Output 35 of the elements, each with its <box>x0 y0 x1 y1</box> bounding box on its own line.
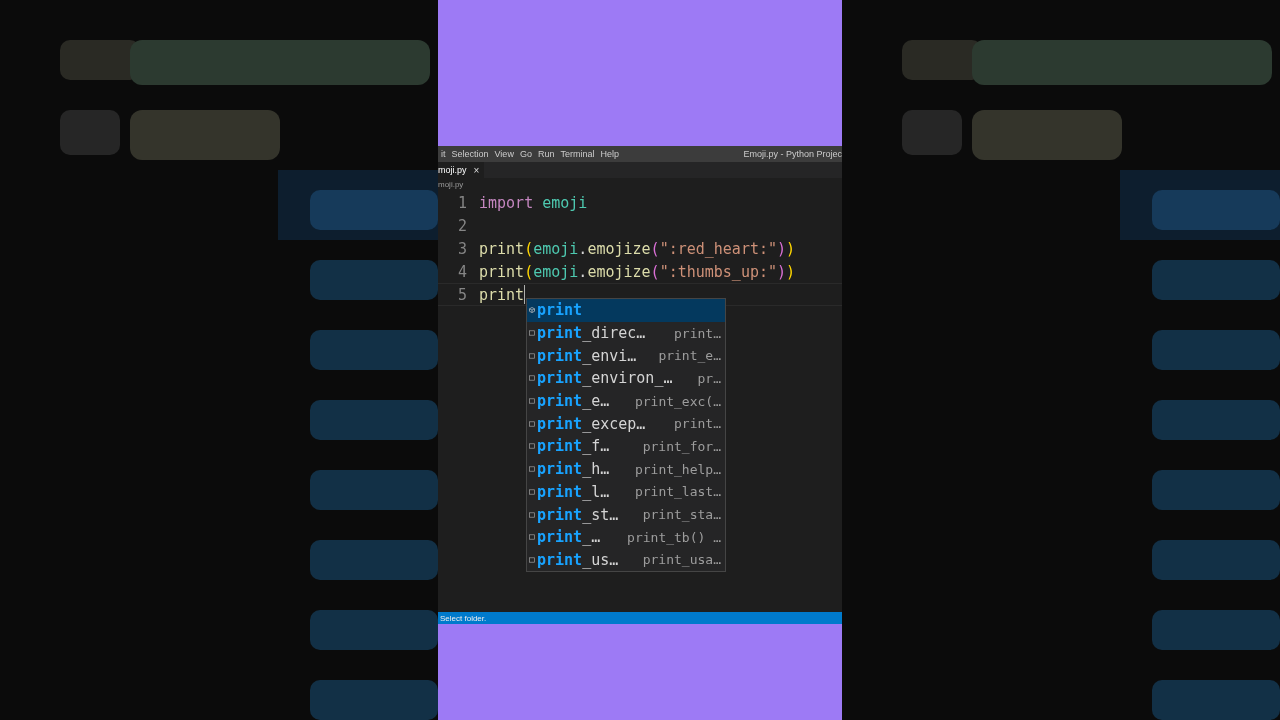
menu-item[interactable]: Go <box>516 149 535 159</box>
suggestion-item[interactable]: print_st… print_sta… <box>527 503 725 526</box>
line-number: 2 <box>456 216 467 235</box>
code-line: print(emoji.emojize(":thumbs_up:")) <box>479 262 796 281</box>
menu-item[interactable]: Terminal <box>557 149 598 159</box>
suggestion-item[interactable]: print_f… print_for… <box>527 435 725 458</box>
suggestion-item[interactable]: print <box>527 299 725 322</box>
close-icon[interactable]: × <box>473 164 480 176</box>
menu-item[interactable]: Help <box>597 149 622 159</box>
window-title: Emoji.py - Python Projec <box>743 149 842 159</box>
suggestion-item[interactable]: print_excep… print… <box>527 412 725 436</box>
suggestion-item[interactable]: print_environ_… pr… <box>527 367 725 390</box>
suggestion-item[interactable]: print_h… print_help… <box>527 457 725 481</box>
suggestion-item[interactable]: print_us… print_usa… <box>527 548 725 572</box>
suggestion-item[interactable]: print_envi… print_e… <box>527 344 725 368</box>
text-cursor <box>524 285 526 304</box>
menu-item[interactable]: View <box>491 149 517 159</box>
suggestion-item[interactable]: print_e… print_exc(… <box>527 389 725 413</box>
file-tab[interactable]: moji.py × <box>438 162 485 178</box>
line-number: 4 <box>456 262 467 281</box>
cube-icon <box>529 307 535 314</box>
suggestion-item[interactable]: print_direc… print… <box>527 321 725 345</box>
line-number: 3 <box>456 239 467 258</box>
code-line: print(emoji.emojize(":red_heart:")) <box>479 239 796 258</box>
menu-item[interactable]: Run <box>534 149 558 159</box>
menu-item[interactable]: it <box>438 149 449 159</box>
line-number: 5 <box>456 285 467 304</box>
code-line: import emoji <box>479 193 588 212</box>
suggestion-item[interactable]: print_… print_tb() … <box>527 525 725 549</box>
status-text: Select folder. <box>440 613 487 623</box>
breadcrumb[interactable]: moji.py <box>438 180 464 189</box>
suggestion-item[interactable]: print_l… print_last… <box>527 480 725 504</box>
code-line: print <box>479 285 525 304</box>
line-number: 1 <box>456 193 467 212</box>
menu-item[interactable]: Selection <box>448 149 492 159</box>
